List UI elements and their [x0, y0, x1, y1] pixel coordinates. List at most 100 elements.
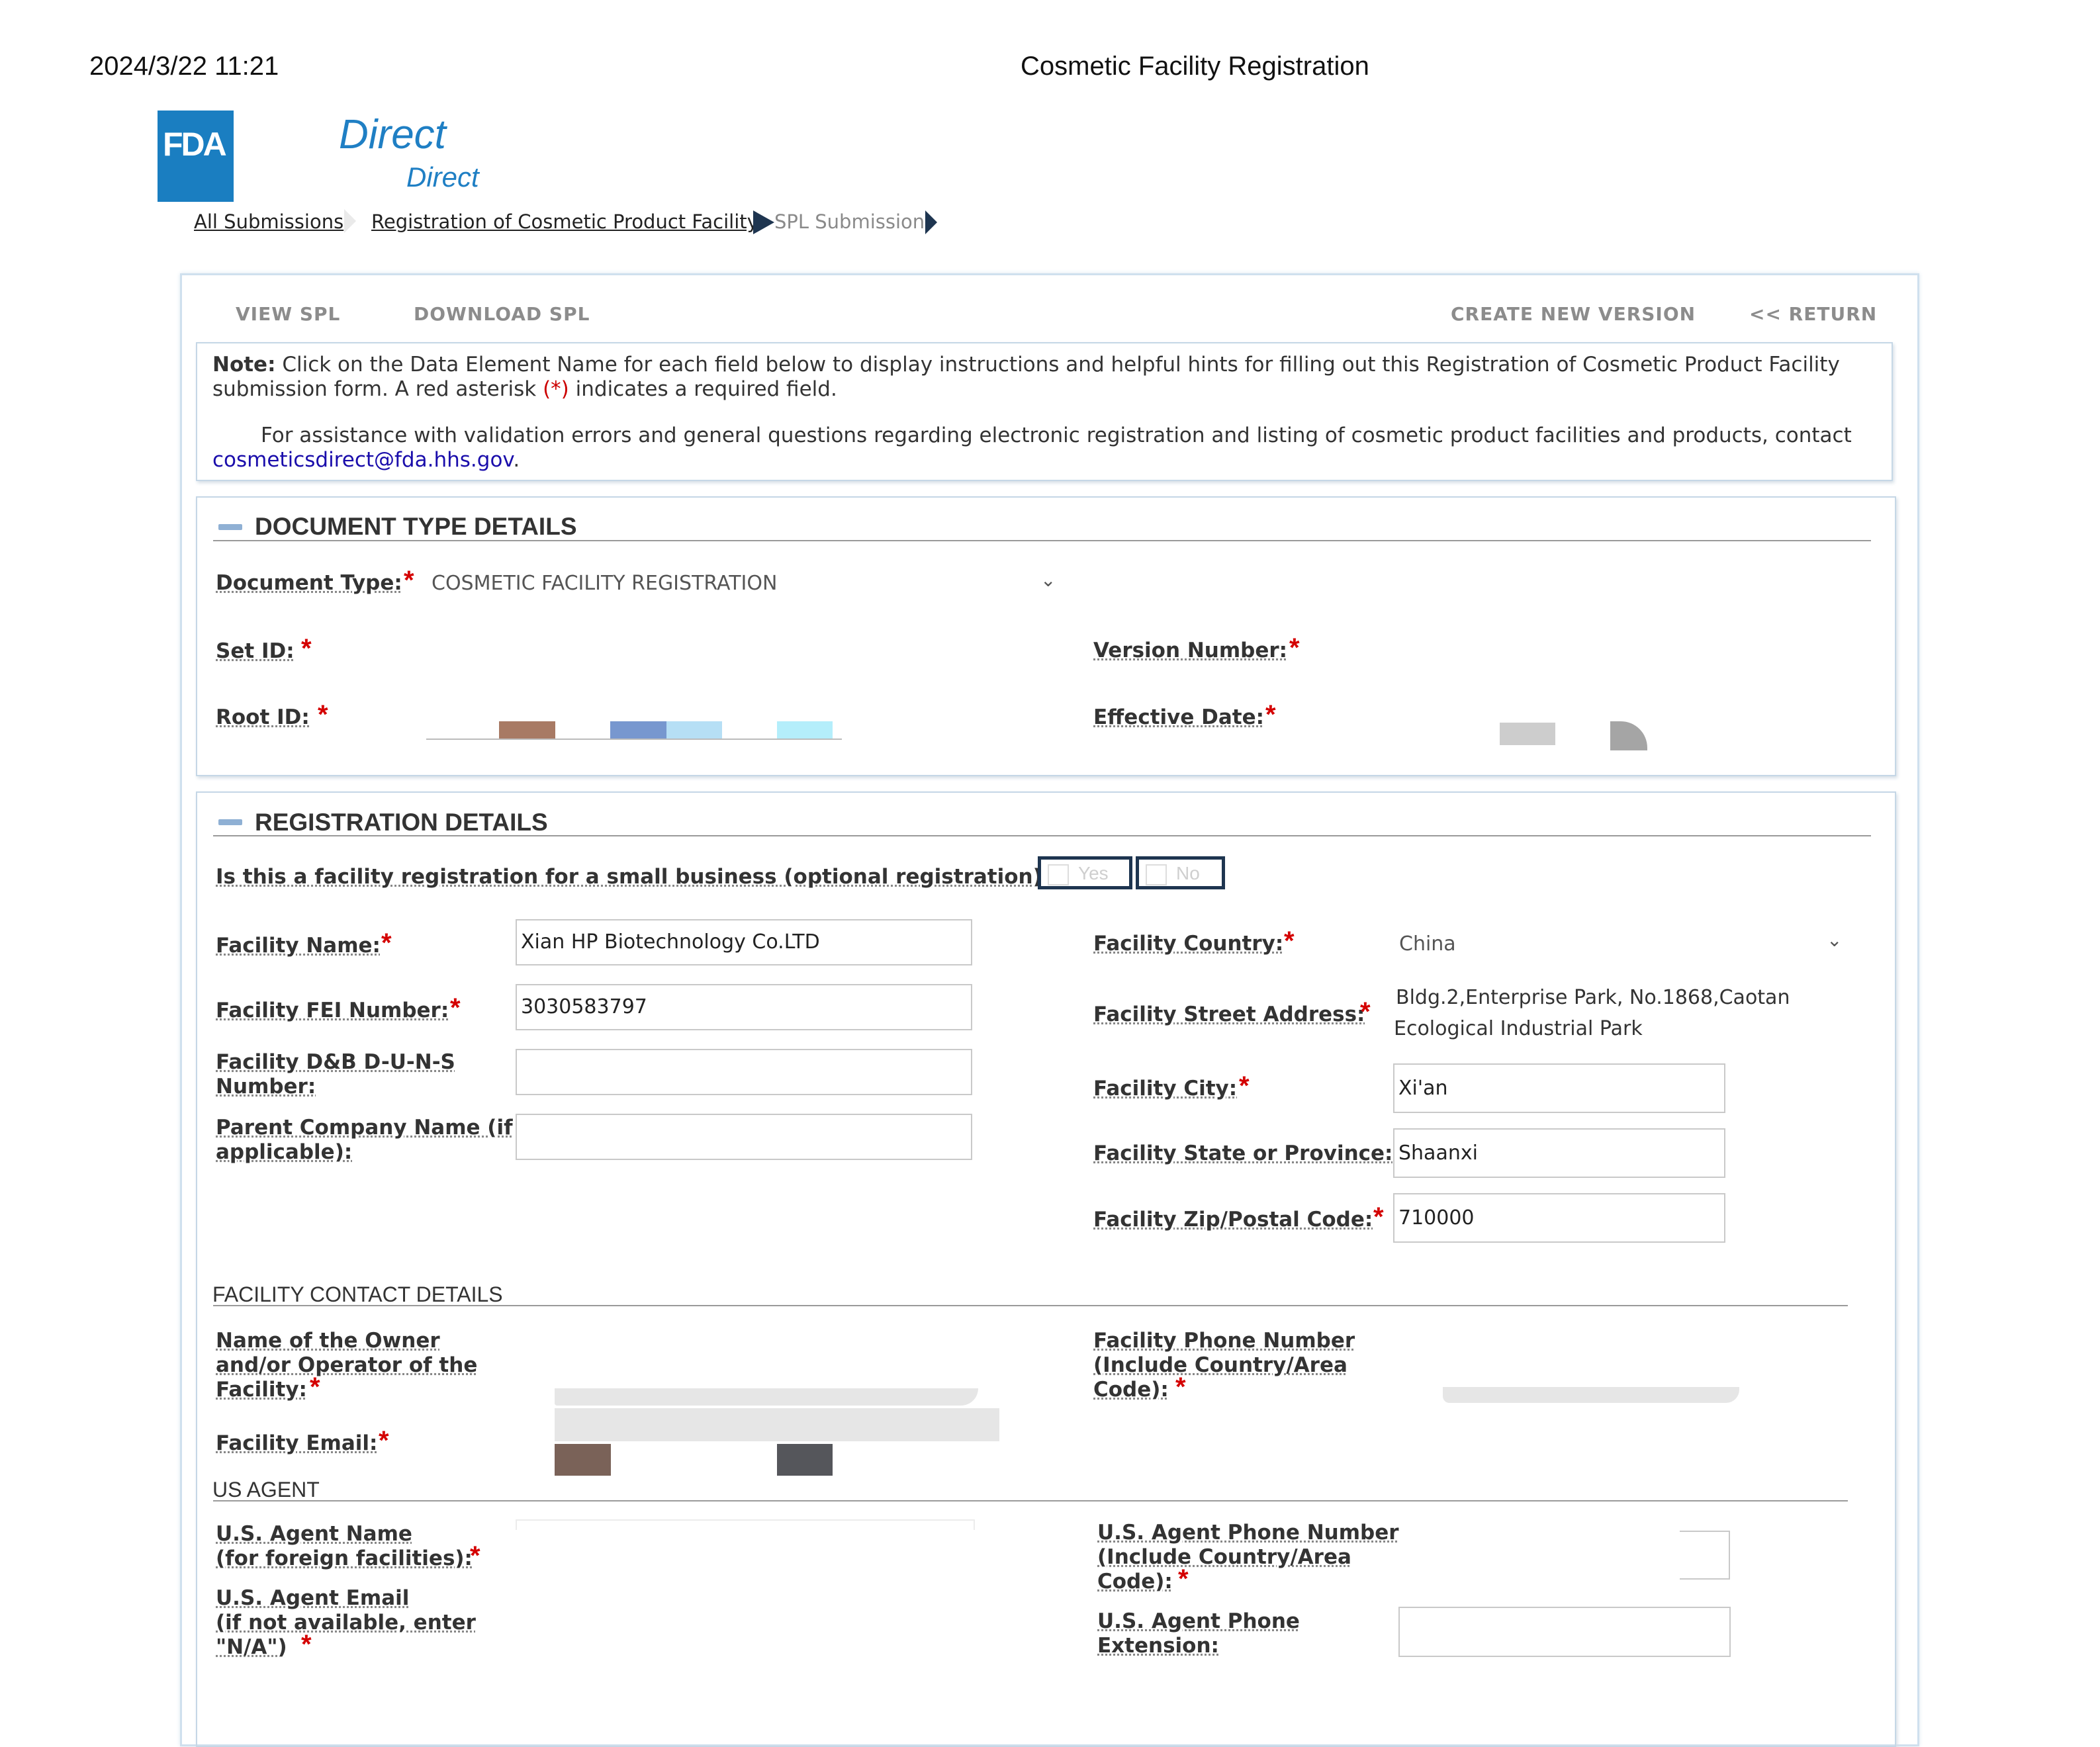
note-asterisk: (*) — [543, 377, 569, 401]
redaction-mark — [555, 1444, 611, 1476]
breadcrumb-spl-submission: SPL Submission — [774, 210, 925, 233]
breadcrumb-arrow-icon — [753, 210, 774, 234]
note-text-b: indicates a required field. — [569, 377, 837, 401]
facility-email-label[interactable]: Facility Email: — [216, 1431, 377, 1456]
phone-label-line2[interactable]: (Include Country/Area — [1093, 1353, 1347, 1378]
duns-label-line2[interactable]: Number: — [216, 1075, 316, 1099]
set-id-label[interactable]: Set ID: — [216, 639, 295, 664]
facility-contact-title: FACILITY CONTACT DETAILS — [212, 1282, 503, 1306]
create-new-version-button[interactable]: CREATE NEW VERSION — [1451, 303, 1696, 325]
facility-street-label[interactable]: Facility Street Address: — [1093, 1003, 1365, 1027]
return-button[interactable]: << RETURN — [1749, 303, 1877, 325]
agent-phone-label-line1[interactable]: U.S. Agent Phone Number — [1097, 1521, 1399, 1545]
phone-input-redacted[interactable] — [1443, 1387, 1739, 1403]
root-id-label[interactable]: Root ID: — [216, 705, 310, 730]
agent-name-label-line1[interactable]: U.S. Agent Name — [216, 1522, 412, 1546]
facility-country-label[interactable]: Facility Country: — [1093, 932, 1283, 956]
yes-checkbox[interactable] — [1048, 864, 1069, 885]
support-email-link[interactable]: cosmeticsdirect@fda.hhs.gov — [212, 448, 513, 472]
agent-phone-input[interactable] — [1680, 1531, 1730, 1580]
duns-label-line1[interactable]: Facility D&B D-U-N-S — [216, 1050, 455, 1075]
download-spl-button[interactable]: DOWNLOAD SPL — [414, 303, 590, 325]
logo-direct-large: Direct — [339, 112, 446, 157]
note-text-a: Click on the Data Element Name for each … — [212, 353, 1840, 401]
yes-label: Yes — [1078, 863, 1109, 883]
required-marker: * — [470, 1541, 480, 1570]
view-spl-button[interactable]: VIEW SPL — [236, 303, 340, 325]
facility-zip-label[interactable]: Facility Zip/Postal Code: — [1093, 1208, 1373, 1232]
parent-company-input[interactable] — [516, 1114, 972, 1160]
breadcrumb-registration[interactable]: Registration of Cosmetic Product Facilit… — [371, 210, 758, 233]
required-marker: * — [301, 1630, 312, 1659]
parent-company-label-line1[interactable]: Parent Company Name (if — [216, 1116, 513, 1140]
document-type-select[interactable]: COSMETIC FACILITY REGISTRATION — [432, 572, 777, 595]
collapse-icon[interactable] — [218, 819, 242, 825]
agent-phone-label-line2[interactable]: (Include Country/Area — [1097, 1545, 1351, 1570]
facility-zip-input[interactable]: 710000 — [1393, 1193, 1725, 1243]
redaction-mark — [1500, 723, 1555, 745]
facility-city-label[interactable]: Facility City: — [1093, 1077, 1237, 1101]
facility-city-input[interactable]: Xi'an — [1393, 1063, 1725, 1113]
small-business-label[interactable]: Is this a facility registration for a sm… — [216, 865, 1062, 889]
note-bold: Note: — [212, 353, 276, 377]
owner-label-line1[interactable]: Name of the Owner — [216, 1329, 440, 1353]
facility-street-line1[interactable]: Bldg.2,Enterprise Park, No.1868,Caotan — [1396, 986, 1790, 1009]
phone-label-line1[interactable]: Facility Phone Number — [1093, 1329, 1355, 1353]
version-number-label[interactable]: Version Number: — [1093, 639, 1287, 663]
breadcrumb-all-submissions[interactable]: All Submissions — [194, 210, 343, 233]
agent-email-label-line3[interactable]: "N/A") — [216, 1635, 287, 1660]
document-type-label[interactable]: Document Type: — [216, 571, 402, 596]
section-divider — [213, 540, 1871, 541]
facility-fei-input[interactable]: 3030583797 — [516, 984, 972, 1030]
assist-text: For assistance with validation errors an… — [212, 424, 1854, 472]
chevron-down-icon[interactable]: ⌄ — [1040, 569, 1056, 591]
agent-email-label-line1[interactable]: U.S. Agent Email — [216, 1586, 409, 1611]
facility-name-label[interactable]: Facility Name: — [216, 934, 381, 958]
redaction-mark — [610, 721, 666, 739]
owner-label-line3[interactable]: Facility: — [216, 1378, 307, 1402]
owner-label-line2[interactable]: and/or Operator of the — [216, 1353, 477, 1378]
agent-email-label-line2[interactable]: (if not available, enter — [216, 1611, 476, 1635]
agent-ext-label-line1[interactable]: U.S. Agent Phone — [1097, 1609, 1300, 1634]
phone-label-line3[interactable]: Code): — [1093, 1378, 1169, 1402]
redaction-mark — [499, 721, 555, 739]
us-agent-title: US AGENT — [212, 1478, 320, 1501]
collapse-icon[interactable] — [218, 524, 242, 530]
registration-section — [196, 791, 1896, 1747]
parent-company-label-line2[interactable]: applicable): — [216, 1140, 352, 1165]
duns-input[interactable] — [516, 1049, 972, 1095]
facility-country-select[interactable]: China — [1399, 932, 1456, 956]
required-marker: * — [1265, 700, 1276, 729]
redaction-mark — [666, 721, 722, 739]
required-marker: * — [310, 1372, 320, 1402]
facility-state-input[interactable]: Shaanxi — [1393, 1128, 1725, 1178]
chevron-down-icon[interactable]: ⌄ — [1827, 929, 1842, 951]
agent-ext-label-line2[interactable]: Extension: — [1097, 1634, 1219, 1658]
no-checkbox[interactable] — [1146, 864, 1167, 885]
facility-street-line2[interactable]: Ecological Industrial Park — [1394, 1017, 1643, 1040]
agent-name-input[interactable] — [516, 1519, 975, 1530]
breadcrumb-separator-icon — [344, 209, 356, 233]
facility-fei-label[interactable]: Facility FEI Number: — [216, 999, 449, 1023]
effective-date-label[interactable]: Effective Date: — [1093, 705, 1264, 730]
owner-input-redacted[interactable] — [555, 1388, 978, 1406]
required-marker: * — [1175, 1372, 1186, 1402]
facility-name-input[interactable]: Xian HP Biotechnology Co.LTD — [516, 919, 972, 965]
required-marker: * — [301, 634, 312, 663]
required-marker: * — [1373, 1202, 1384, 1232]
required-marker: * — [379, 1426, 389, 1455]
agent-name-label-line2[interactable]: (for foreign facilities): — [216, 1546, 473, 1571]
root-id-field[interactable] — [426, 739, 842, 740]
required-marker: * — [381, 928, 392, 958]
print-title: Cosmetic Facility Registration — [1021, 52, 1369, 81]
facility-state-label[interactable]: Facility State or Province: — [1093, 1142, 1392, 1166]
required-marker: * — [404, 566, 414, 595]
yes-toggle[interactable]: Yes — [1038, 856, 1132, 889]
agent-ext-input[interactable] — [1398, 1607, 1731, 1657]
required-marker: * — [318, 700, 328, 729]
agent-phone-label-line3[interactable]: Code): — [1097, 1570, 1173, 1594]
print-date: 2024/3/22 11:21 — [89, 52, 279, 81]
no-toggle[interactable]: No — [1136, 856, 1225, 889]
section-divider — [213, 1500, 1848, 1501]
required-marker: * — [1360, 997, 1371, 1026]
